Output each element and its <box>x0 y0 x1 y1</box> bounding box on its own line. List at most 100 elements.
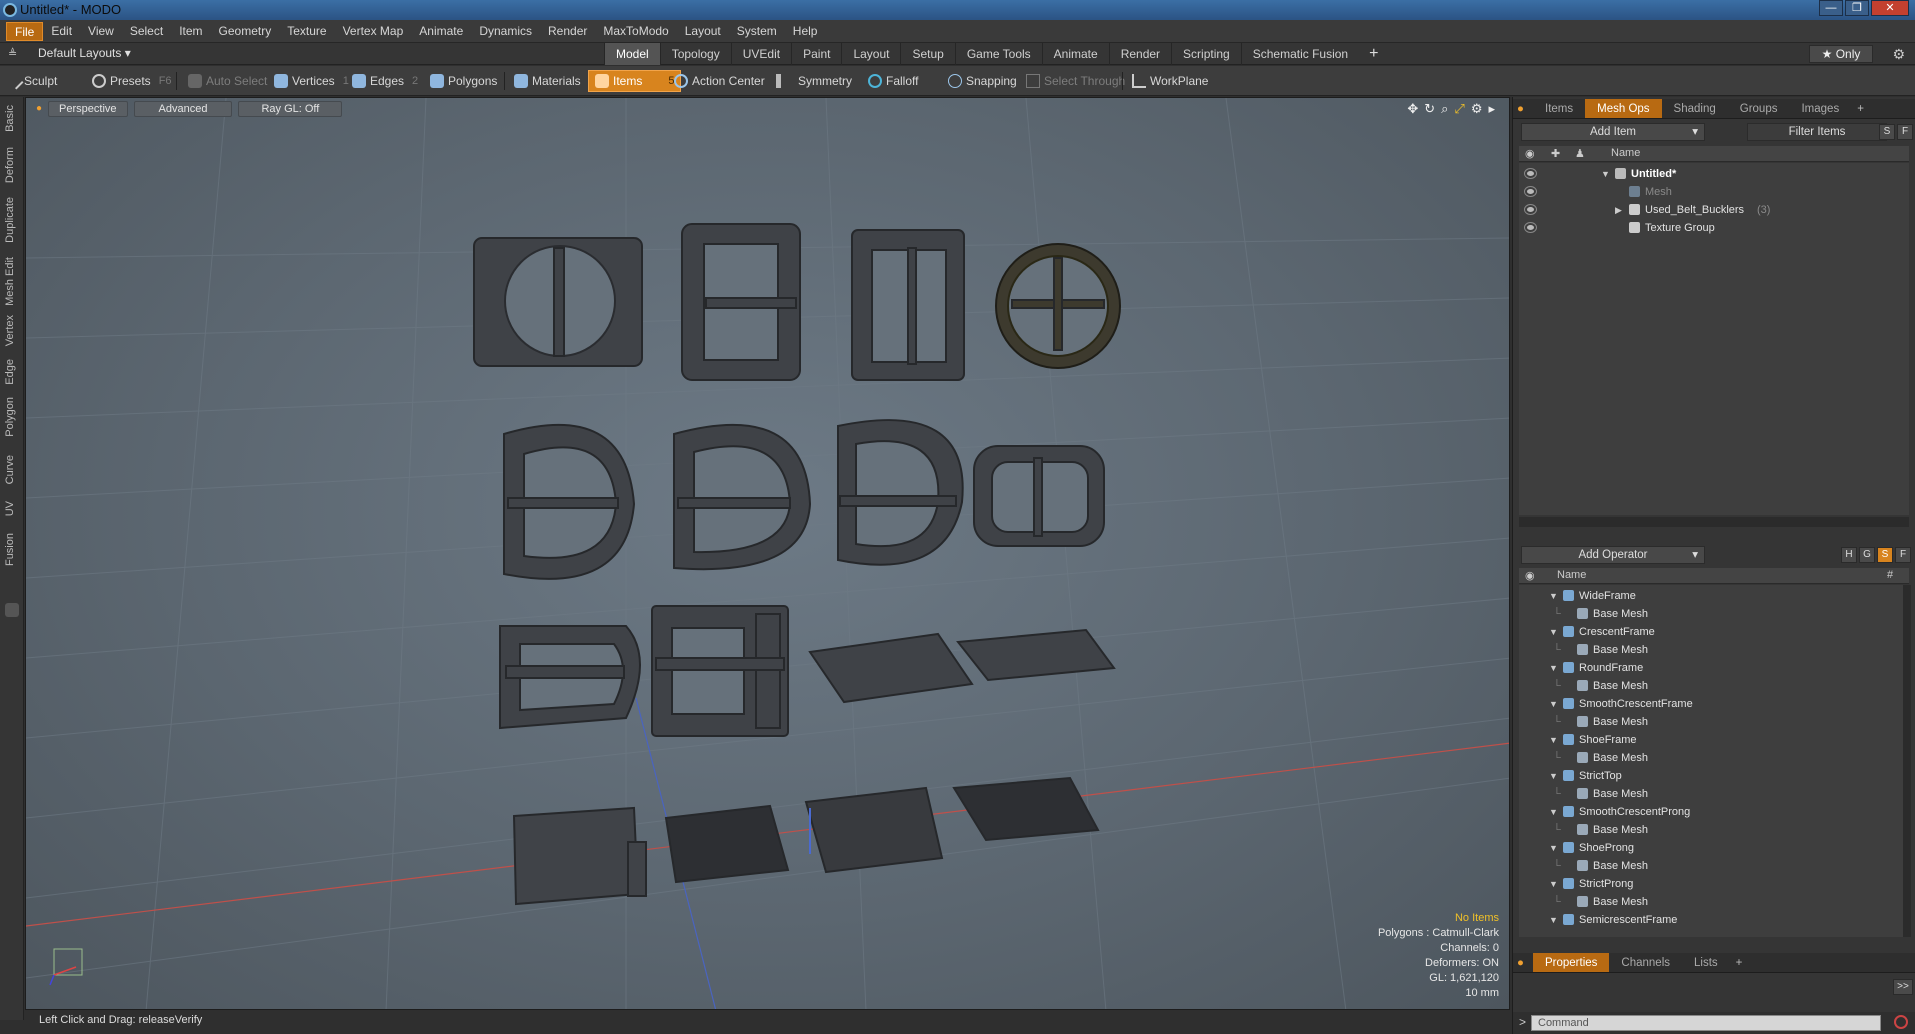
menu-render[interactable]: Render <box>540 22 595 41</box>
left-tab-duplicate[interactable]: Duplicate <box>4 197 16 243</box>
close-button[interactable]: ✕ <box>1871 0 1909 16</box>
menu-layout[interactable]: Layout <box>677 22 729 41</box>
tab-topology[interactable]: Topology <box>659 43 731 65</box>
list-item[interactable]: ▶ Used_Belt_Bucklers (3) <box>1519 201 1909 219</box>
ops-g-button[interactable]: G <box>1859 547 1875 563</box>
expand-properties-button[interactable]: >> <box>1893 979 1913 995</box>
tab-mesh-ops[interactable]: Mesh Ops <box>1585 99 1662 118</box>
ops-f-button[interactable]: F <box>1895 547 1911 563</box>
select-through-button[interactable]: Select Through <box>1020 70 1131 92</box>
menu-item[interactable]: Item <box>171 22 210 41</box>
symmetry-button[interactable]: Symmetry <box>770 70 858 92</box>
table-row[interactable]: └ Base Mesh <box>1519 749 1903 767</box>
add-tab-button[interactable]: + <box>1359 43 1388 65</box>
eye-icon[interactable] <box>1525 169 1536 178</box>
menu-animate[interactable]: Animate <box>411 22 471 41</box>
workplane-button[interactable]: WorkPlane <box>1126 70 1214 92</box>
table-row[interactable]: └ Base Mesh <box>1519 713 1903 731</box>
filter-f-button[interactable]: F <box>1897 124 1913 140</box>
collapse-triangle-icon[interactable]: ▼ <box>1549 911 1558 929</box>
action-center-button[interactable]: Action Center <box>668 70 771 92</box>
buckle-plate-5[interactable] <box>804 786 944 874</box>
table-row[interactable]: ▼ CrescentFrame <box>1519 623 1903 641</box>
menu-vertex-map[interactable]: Vertex Map <box>335 22 412 41</box>
tab-model[interactable]: Model <box>604 43 660 65</box>
vertices-button[interactable]: Vertices 1 <box>268 70 355 92</box>
tab-channels[interactable]: Channels <box>1609 953 1682 972</box>
polygons-button[interactable]: Polygons <box>424 70 503 92</box>
list-item[interactable]: Mesh <box>1519 183 1909 201</box>
eye-icon[interactable] <box>1525 205 1536 214</box>
table-row[interactable]: ▼ SemicrescentFrame <box>1519 911 1903 929</box>
ops-h-button[interactable]: H <box>1841 547 1857 563</box>
menu-view[interactable]: View <box>80 22 122 41</box>
only-button[interactable]: ★ Only <box>1809 45 1873 63</box>
perspective-dropdown[interactable]: Perspective <box>48 101 128 117</box>
menu-edit[interactable]: Edit <box>43 22 80 41</box>
snapping-button[interactable]: Snapping <box>942 70 1023 92</box>
command-input[interactable]: Command <box>1531 1015 1881 1031</box>
collapse-triangle-icon[interactable]: ▼ <box>1549 803 1558 821</box>
buckle-plate-2[interactable] <box>956 628 1116 682</box>
maximize-button[interactable]: ❐ <box>1845 0 1869 16</box>
eye-icon[interactable] <box>1525 223 1536 232</box>
table-row[interactable]: ▼ ShoeFrame <box>1519 731 1903 749</box>
table-row[interactable]: ▼ StrictProng <box>1519 875 1903 893</box>
rotate-view-icon[interactable]: ↻ <box>1424 101 1435 117</box>
collapse-triangle-icon[interactable]: ▼ <box>1549 695 1558 713</box>
collapse-triangle-icon[interactable]: ▼ <box>1549 659 1558 677</box>
left-tab-polygon[interactable]: Polygon <box>4 397 16 437</box>
panel-menu-dot-icon[interactable]: ● <box>1513 953 1533 972</box>
auto-select-button[interactable]: Auto Select <box>182 70 273 92</box>
menu-geometry[interactable]: Geometry <box>211 22 280 41</box>
tab-properties[interactable]: Properties <box>1533 953 1610 972</box>
table-row[interactable]: └ Base Mesh <box>1519 857 1903 875</box>
table-row[interactable]: ▼ SmoothCrescentFrame <box>1519 695 1903 713</box>
menu-file[interactable]: File <box>6 21 44 41</box>
table-row[interactable]: └ Base Mesh <box>1519 893 1903 911</box>
left-tab-basic[interactable]: Basic <box>4 105 16 132</box>
table-row[interactable]: ▼ StrictTop <box>1519 767 1903 785</box>
tab-layout[interactable]: Layout <box>841 43 900 65</box>
expand-triangle-icon[interactable]: ▶ <box>1615 201 1622 219</box>
list-item[interactable]: Texture Group <box>1519 219 1909 237</box>
collapse-triangle-icon[interactable]: ▼ <box>1549 839 1558 857</box>
tab-setup[interactable]: Setup <box>900 43 954 65</box>
fit-view-icon[interactable]: ⤢ <box>1454 101 1464 117</box>
viewport-settings-icon[interactable]: ⚙ <box>1471 101 1483 117</box>
add-panel-tab-button[interactable]: + <box>1730 953 1749 972</box>
menu-select[interactable]: Select <box>122 22 171 41</box>
buckle-plate-4[interactable] <box>664 804 790 884</box>
presets-button[interactable]: Presets F6 <box>86 70 178 92</box>
table-row[interactable]: ▼ SmoothCrescentProng <box>1519 803 1903 821</box>
tab-render[interactable]: Render <box>1108 43 1171 65</box>
add-panel-tab-button[interactable]: + <box>1851 99 1870 118</box>
tab-paint[interactable]: Paint <box>791 43 841 65</box>
left-tab-vertex[interactable]: Vertex <box>4 315 16 346</box>
viewport-scene[interactable] <box>26 98 1510 1010</box>
advanced-dropdown[interactable]: Advanced <box>133 101 233 117</box>
gear-icon[interactable]: ⚙ <box>1892 46 1905 63</box>
sculpt-button[interactable]: Sculpt <box>4 70 63 92</box>
ops-s-button[interactable]: S <box>1877 547 1893 563</box>
tab-images[interactable]: Images <box>1789 99 1851 118</box>
tab-uvedit[interactable]: UVEdit <box>730 43 791 65</box>
tab-lists[interactable]: Lists <box>1682 953 1730 972</box>
buckle-models[interactable] <box>473 223 1121 381</box>
left-tab-fusion[interactable]: Fusion <box>4 533 16 566</box>
layout-icon[interactable]: ≜ <box>8 47 22 61</box>
buckle-plate-6[interactable] <box>952 776 1100 842</box>
zoom-view-icon[interactable]: ⌕ <box>1441 101 1448 117</box>
move-view-icon[interactable]: ✥ <box>1407 101 1418 117</box>
edges-button[interactable]: Edges 2 <box>346 70 424 92</box>
menu-help[interactable]: Help <box>785 22 826 41</box>
tab-shading[interactable]: Shading <box>1662 99 1728 118</box>
left-tab-edge[interactable]: Edge <box>4 359 16 385</box>
menu-dynamics[interactable]: Dynamics <box>471 22 540 41</box>
collapse-triangle-icon[interactable]: ▼ <box>1549 623 1558 641</box>
list-item[interactable]: ▼ Untitled* <box>1519 165 1909 183</box>
add-item-button[interactable]: Add Item ▾ <box>1521 123 1705 141</box>
tab-scripting[interactable]: Scripting <box>1171 43 1241 65</box>
table-row[interactable]: └ Base Mesh <box>1519 821 1903 839</box>
menu-system[interactable]: System <box>729 22 785 41</box>
